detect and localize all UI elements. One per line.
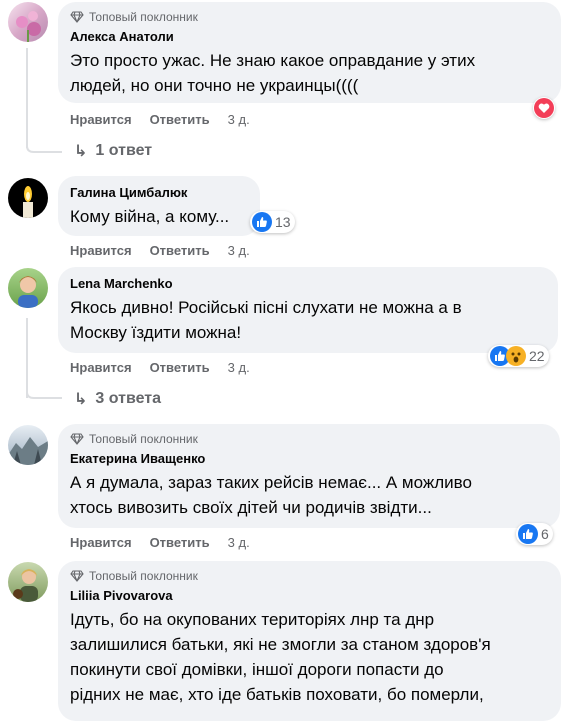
reply-button[interactable]: Ответить [150, 243, 210, 258]
reaction-count[interactable]: 13 [250, 211, 295, 233]
timestamp[interactable]: 3 д. [228, 360, 250, 375]
comment-actions: Нравится Ответить 3 д. [70, 112, 250, 127]
like-button[interactable]: Нравится [70, 535, 132, 550]
comment-author[interactable]: Екатерина Иващенко [70, 450, 548, 468]
like-button[interactable]: Нравится [70, 360, 132, 375]
reaction-count[interactable]: 6 [516, 523, 553, 545]
like-button[interactable]: Нравится [70, 112, 132, 127]
comment-bubble: Lena Marchenko Якось дивно! Російські пі… [58, 267, 558, 353]
diamond-icon [70, 11, 84, 23]
badge-label: Топовый поклонник [89, 569, 198, 583]
comment-bubble: Топовый поклонник Алекса Анатоли Это про… [58, 2, 561, 103]
comment-author[interactable]: Галина Цимбалюк [70, 184, 248, 202]
comment-bubble: Топовый поклонник Екатерина Иващенко А я… [58, 424, 560, 528]
reaction-count[interactable]: 22 [488, 345, 549, 367]
reaction-number: 22 [529, 348, 545, 364]
like-reaction-icon [252, 212, 272, 232]
comment-bubble: Топовый поклонник Liliia Pivovarova Ідут… [58, 561, 561, 721]
reply-button[interactable]: Ответить [150, 112, 210, 127]
reaction-number: 6 [541, 526, 549, 542]
reply-arrow-icon: ↳ [74, 143, 88, 160]
reply-button[interactable]: Ответить [150, 360, 210, 375]
comment-author[interactable]: Liliia Pivovarova [70, 587, 549, 605]
comment-text: А я думала, зараз таких рейсів немає... … [70, 473, 472, 517]
view-replies-button[interactable]: ↳ 3 ответа [74, 389, 161, 409]
comment-bubble: Галина Цимбалюк Кому війна, а кому... [58, 176, 260, 236]
comment-author[interactable]: Алекса Анатоли [70, 28, 549, 46]
reaction-count[interactable] [533, 97, 555, 119]
thread-line [26, 48, 28, 148]
comment-actions: Нравится Ответить 3 д. [70, 535, 250, 550]
comment-text: Это просто ужас. Не знаю какое оправдани… [70, 51, 476, 95]
badge-label: Топовый поклонник [89, 432, 198, 446]
avatar[interactable] [8, 425, 48, 465]
replies-label: 1 ответ [95, 142, 153, 159]
like-reaction-icon [518, 524, 538, 544]
wow-reaction-icon [506, 346, 526, 366]
comment-text: Ідуть, бо на окупованих територіях лнр т… [70, 610, 491, 704]
reaction-number: 13 [275, 214, 291, 230]
diamond-icon [70, 433, 84, 445]
comment-actions: Нравится Ответить 3 д. [70, 360, 250, 375]
avatar[interactable] [8, 562, 48, 602]
love-reaction-icon [534, 98, 554, 118]
avatar[interactable] [8, 268, 48, 308]
timestamp[interactable]: 3 д. [228, 112, 250, 127]
reply-button[interactable]: Ответить [150, 535, 210, 550]
view-replies-button[interactable]: ↳ 1 ответ [74, 141, 152, 161]
comment-author[interactable]: Lena Marchenko [70, 275, 546, 293]
comment-text: Якось дивно! Російські пісні слухати не … [70, 298, 462, 342]
top-fan-badge: Топовый поклонник [70, 567, 549, 585]
avatar[interactable] [8, 178, 48, 218]
top-fan-badge: Топовый поклонник [70, 8, 549, 26]
replies-label: 3 ответа [95, 390, 162, 407]
comment-actions: Нравится Ответить 3 д. [70, 243, 250, 258]
reply-connector [26, 140, 62, 153]
reply-connector [26, 388, 62, 399]
comment-text: Кому війна, а кому... [70, 207, 230, 226]
avatar[interactable] [8, 2, 48, 42]
diamond-icon [70, 570, 84, 582]
badge-label: Топовый поклонник [89, 10, 198, 24]
timestamp[interactable]: 3 д. [228, 243, 250, 258]
like-button[interactable]: Нравится [70, 243, 132, 258]
thread-line [26, 318, 28, 398]
top-fan-badge: Топовый поклонник [70, 430, 548, 448]
reply-arrow-icon: ↳ [74, 391, 88, 408]
timestamp[interactable]: 3 д. [228, 535, 250, 550]
